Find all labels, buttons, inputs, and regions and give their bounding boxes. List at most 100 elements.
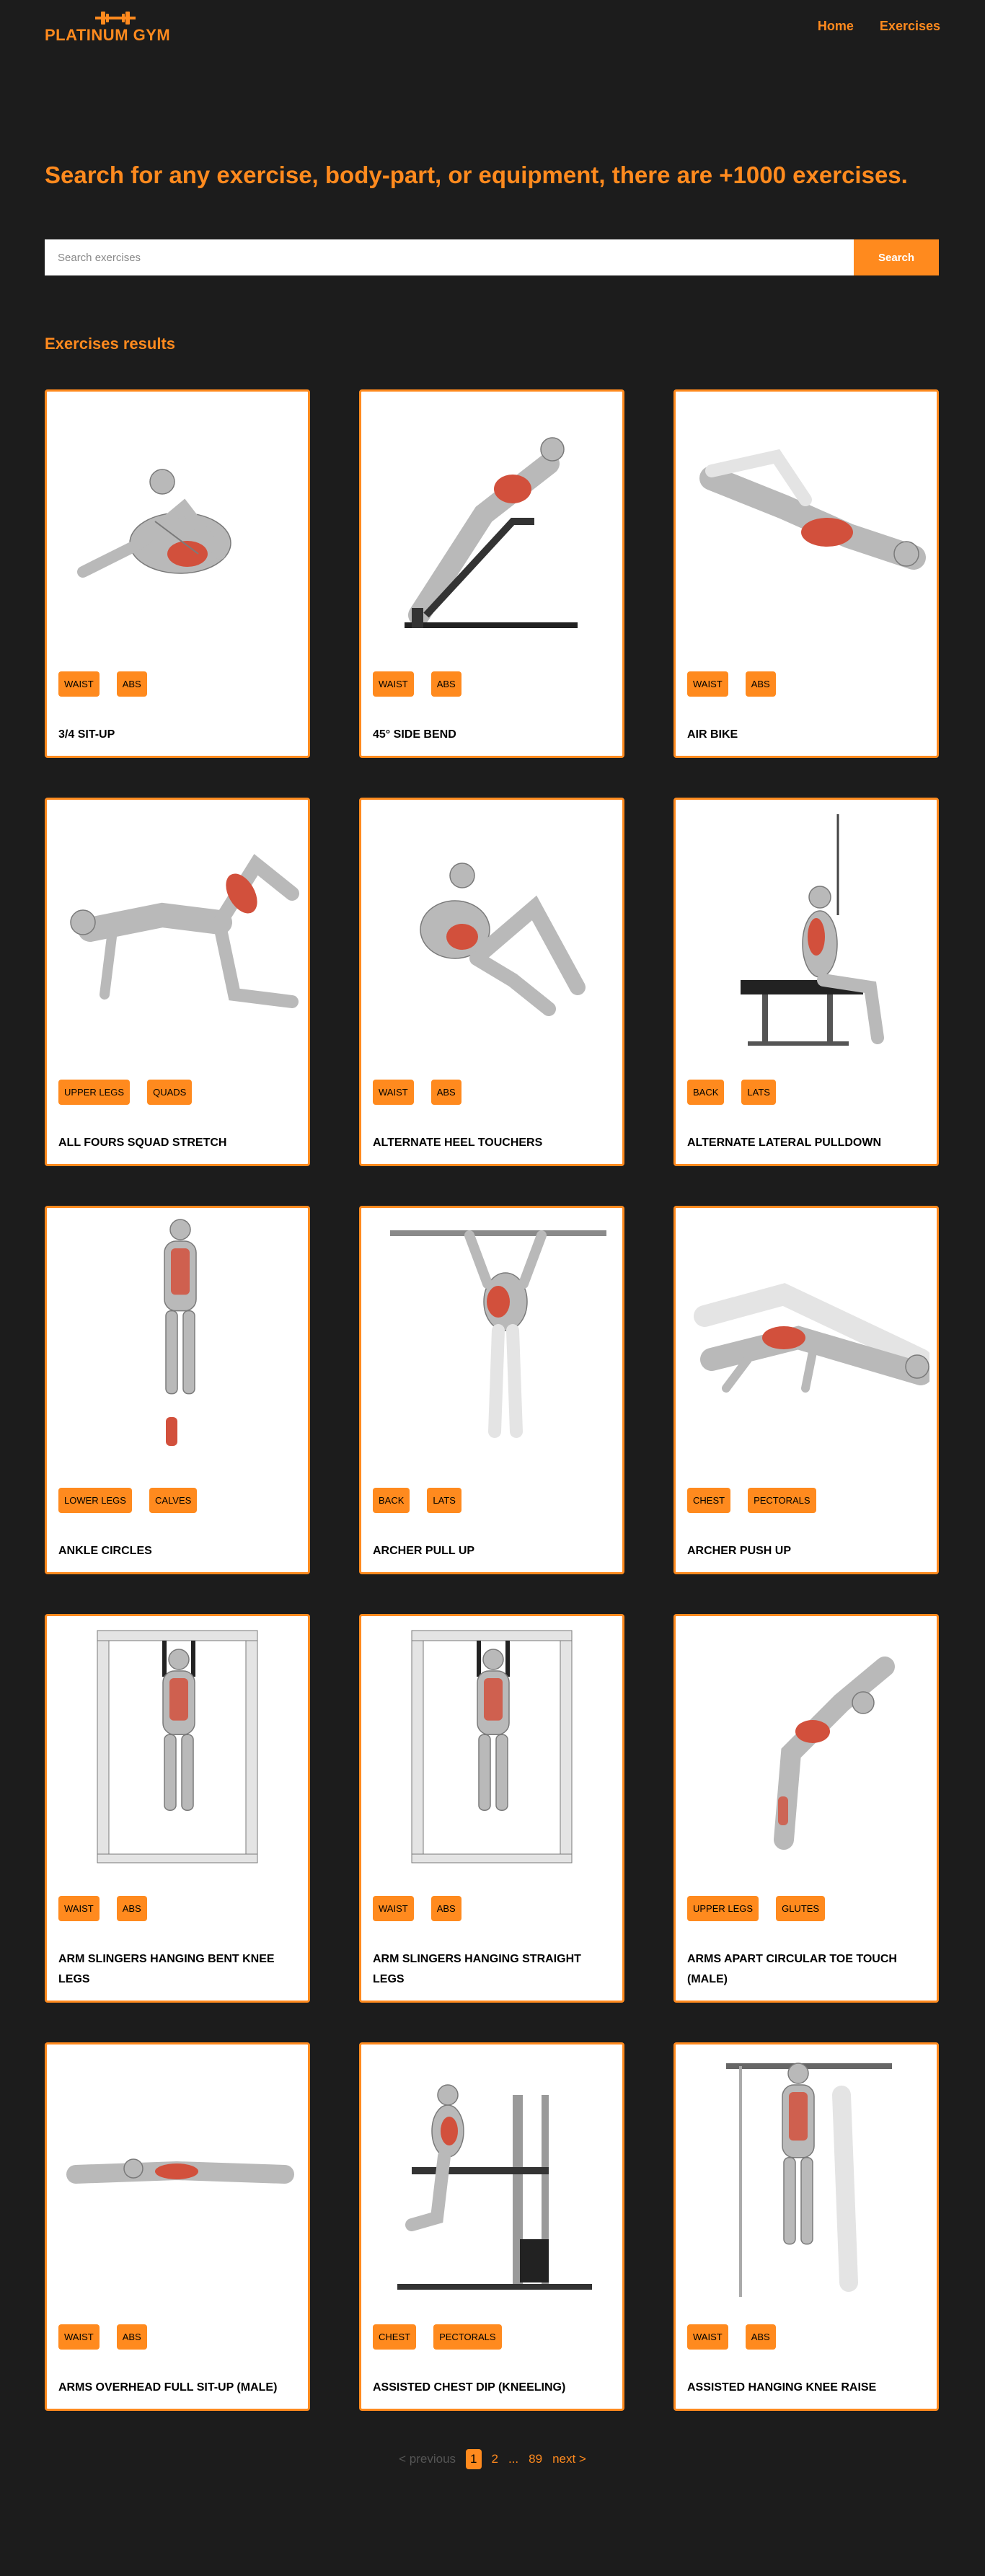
exercise-tags: waist abs	[687, 2324, 776, 2350]
logo[interactable]: PLATINUM GYM	[45, 9, 189, 45]
exercise-illustration	[164, 1219, 197, 1446]
exercise-illustration	[726, 2063, 892, 2297]
exercise-tags: waist abs	[687, 671, 776, 697]
body-part-tag[interactable]: back	[687, 1080, 725, 1105]
target-muscle-tag[interactable]: abs	[745, 671, 776, 697]
exercise-illustration	[70, 854, 299, 1008]
exercise-name: arm slingers hanging bent knee legs	[58, 1953, 275, 1985]
pagination-next[interactable]: next >	[552, 2452, 586, 2466]
exercise-tags: chest pectorals	[373, 2324, 502, 2350]
body-part-tag[interactable]: upper legs	[58, 1080, 131, 1105]
body-part-tag[interactable]: waist	[373, 1080, 414, 1105]
body-part-tag[interactable]: waist	[687, 671, 728, 697]
exercise-grid: waist abs 3/4 sit-up waist abs 45° side …	[45, 389, 939, 2451]
exercise-name: arms apart circular toe touch (male)	[687, 1953, 897, 1985]
exercise-card[interactable]: chest pectorals archer push up	[673, 1206, 939, 1574]
body-part-tag[interactable]: waist	[687, 2324, 728, 2350]
exercise-card[interactable]: waist abs 45° side bend	[359, 389, 624, 758]
exercise-tags: waist abs	[373, 671, 461, 697]
pagination-last-page[interactable]: 89	[529, 2452, 542, 2466]
exercise-tags: chest pectorals	[687, 1488, 816, 1513]
pagination-previous[interactable]: < previous	[399, 2452, 456, 2466]
exercise-illustration	[97, 1630, 258, 1863]
exercise-card[interactable]: waist abs assisted hanging knee raise	[673, 2042, 939, 2411]
nav-home-link[interactable]: Home	[818, 19, 854, 34]
exercise-illustration	[420, 863, 586, 1016]
target-muscle-tag[interactable]: abs	[430, 1080, 461, 1105]
target-muscle-tag[interactable]: abs	[430, 671, 461, 697]
exercise-tags: lower legs calves	[58, 1488, 198, 1513]
target-muscle-tag[interactable]: abs	[745, 2324, 776, 2350]
exercise-name: assisted hanging knee raise	[687, 2381, 877, 2394]
exercise-card[interactable]: lower legs calves ankle circles	[45, 1206, 310, 1574]
header: PLATINUM GYM Home Exercises	[0, 0, 985, 58]
search-button[interactable]: Search	[854, 239, 939, 275]
body-part-tag[interactable]: waist	[373, 1896, 414, 1921]
target-muscle-tag[interactable]: abs	[116, 671, 147, 697]
target-muscle-tag[interactable]: pectorals	[433, 2324, 502, 2350]
target-muscle-tag[interactable]: lats	[741, 1080, 776, 1105]
main-nav: Home Exercises	[818, 19, 940, 34]
exercise-illustration	[390, 1230, 606, 1438]
exercise-card[interactable]: waist abs arm slingers hanging straight …	[359, 1614, 624, 2003]
body-part-tag[interactable]: waist	[58, 1896, 100, 1921]
exercise-tags: waist abs	[58, 671, 147, 697]
exercise-name: assisted chest dip (kneeling)	[373, 2381, 566, 2394]
exercise-tags: back lats	[373, 1488, 461, 1513]
exercise-card[interactable]: waist abs air bike	[673, 389, 939, 758]
exercise-name: arms overhead full sit-up (male)	[58, 2381, 278, 2394]
exercise-name: alternate heel touchers	[373, 1137, 543, 1149]
logo-text: PLATINUM GYM	[45, 26, 171, 44]
exercise-name: archer push up	[687, 1545, 792, 1557]
search-bar: Search	[45, 239, 939, 275]
body-part-tag[interactable]: lower legs	[58, 1488, 132, 1513]
exercise-card[interactable]: waist abs arm slingers hanging bent knee…	[45, 1614, 310, 2003]
pagination-ellipsis: ...	[508, 2452, 519, 2466]
exercise-illustration	[66, 2158, 294, 2184]
exercise-illustration	[411, 1630, 573, 1863]
target-muscle-tag[interactable]: lats	[427, 1488, 461, 1513]
body-part-tag[interactable]: waist	[58, 671, 100, 697]
exercise-tags: waist abs	[58, 2324, 147, 2350]
exercise-card[interactable]: back lats alternate lateral pulldown	[673, 798, 939, 1166]
exercise-card[interactable]: upper legs glutes arms apart circular to…	[673, 1614, 939, 2003]
target-muscle-tag[interactable]: abs	[116, 2324, 147, 2350]
exercise-card[interactable]: chest pectorals assisted chest dip (knee…	[359, 2042, 624, 2411]
exercise-card[interactable]: waist abs alternate heel touchers	[359, 798, 624, 1166]
target-muscle-tag[interactable]: pectorals	[748, 1488, 816, 1513]
exercise-card[interactable]: waist abs 3/4 sit-up	[45, 389, 310, 758]
exercise-tags: upper legs glutes	[687, 1896, 826, 1921]
exercise-name: 45° side bend	[373, 728, 456, 741]
exercise-illustration	[397, 2084, 592, 2290]
body-part-tag[interactable]: waist	[58, 2324, 100, 2350]
exercise-name: alternate lateral pulldown	[687, 1137, 882, 1149]
exercise-illustration	[77, 469, 231, 578]
search-input[interactable]	[45, 239, 854, 275]
body-part-tag[interactable]: chest	[373, 2324, 417, 2350]
exercise-name: ankle circles	[58, 1545, 152, 1557]
exercise-illustration	[405, 437, 578, 628]
pagination-current-page[interactable]: 1	[466, 2449, 482, 2469]
body-part-tag[interactable]: waist	[373, 671, 414, 697]
target-muscle-tag[interactable]: glutes	[776, 1896, 826, 1921]
hero-title: Search for any exercise, body-part, or e…	[45, 162, 908, 188]
exercise-card[interactable]: back lats archer pull up	[359, 1206, 624, 1574]
body-part-tag[interactable]: back	[373, 1488, 410, 1513]
exercise-card[interactable]: waist abs arms overhead full sit-up (mal…	[45, 2042, 310, 2411]
body-part-tag[interactable]: upper legs	[687, 1896, 759, 1921]
body-part-tag[interactable]: chest	[687, 1488, 731, 1513]
target-muscle-tag[interactable]: quads	[147, 1080, 193, 1105]
results-title: Exercises results	[45, 335, 176, 353]
target-muscle-tag[interactable]: abs	[430, 1896, 461, 1921]
exercise-card[interactable]: upper legs quads all fours squad stretch	[45, 798, 310, 1166]
exercise-tags: waist abs	[58, 1896, 147, 1921]
target-muscle-tag[interactable]: abs	[116, 1896, 147, 1921]
nav-exercises-link[interactable]: Exercises	[880, 19, 940, 34]
exercise-tags: upper legs quads	[58, 1080, 193, 1105]
pagination-page[interactable]: 2	[492, 2452, 498, 2466]
exercise-name: air bike	[687, 728, 738, 741]
target-muscle-tag[interactable]: calves	[149, 1488, 198, 1513]
exercise-illustration	[699, 449, 926, 570]
exercise-name: arm slingers hanging straight legs	[373, 1953, 581, 1985]
exercise-name: all fours squad stretch	[58, 1137, 227, 1149]
